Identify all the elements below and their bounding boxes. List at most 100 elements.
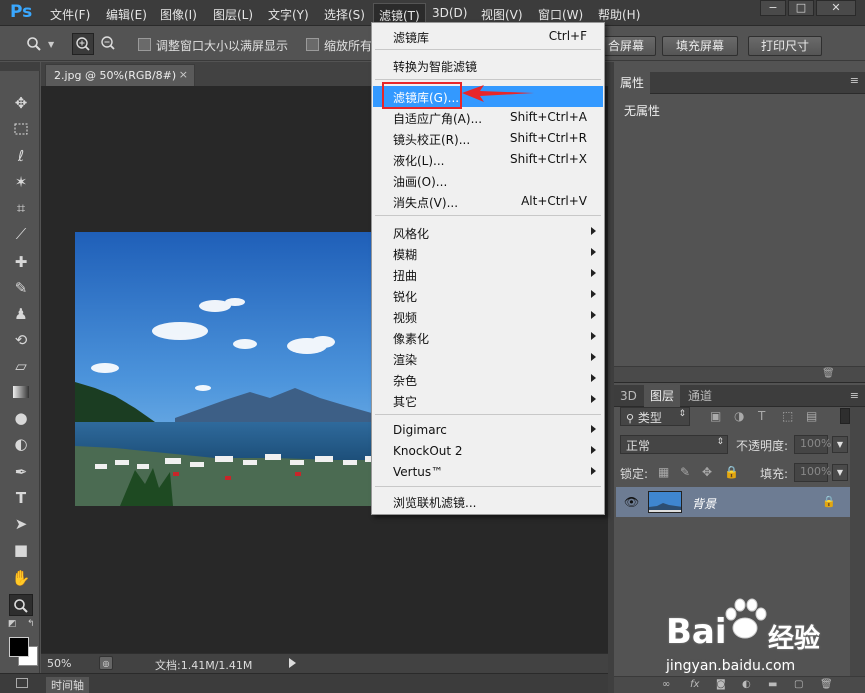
layer-filter-kind-select[interactable]: ⚲ 类型 ⇕ bbox=[620, 407, 690, 426]
fill-slider-chevron-icon[interactable]: ▼ bbox=[832, 464, 848, 481]
menu-item-knockout[interactable]: KnockOut 2 bbox=[373, 441, 603, 462]
menu-help[interactable]: 帮助(H) bbox=[598, 6, 640, 23]
tab-layers[interactable]: 图层 bbox=[644, 385, 681, 407]
menu-3d[interactable]: 3D(D) bbox=[432, 6, 467, 20]
menu-item-vertus[interactable]: Vertus™ bbox=[373, 462, 603, 483]
move-tool-icon[interactable]: ✥ bbox=[9, 92, 33, 114]
tool-preset-chevron-icon[interactable]: ▼ bbox=[48, 40, 54, 49]
opacity-slider-chevron-icon[interactable]: ▼ bbox=[832, 436, 848, 453]
healing-brush-tool-icon[interactable]: ✚ bbox=[9, 251, 33, 273]
layers-panel-menu-icon[interactable]: ≡ bbox=[850, 389, 859, 402]
menu-item-noise[interactable]: 杂色 bbox=[373, 369, 603, 390]
default-colors-icon[interactable]: ◩ bbox=[8, 619, 17, 629]
menu-item-oil-paint[interactable]: 油画(O)... bbox=[373, 170, 603, 191]
status-menu-arrow-icon[interactable] bbox=[289, 658, 296, 668]
menu-item-vanishing-point[interactable]: 消失点(V)... Alt+Ctrl+V bbox=[373, 191, 603, 212]
status-bar-icon[interactable]: ◎ bbox=[99, 656, 113, 670]
menu-item-stylize[interactable]: 风格化 bbox=[373, 222, 603, 243]
timeline-tab[interactable]: 时间轴 bbox=[46, 677, 89, 693]
menu-image[interactable]: 图像(I) bbox=[160, 6, 197, 23]
gradient-tool-icon[interactable] bbox=[9, 381, 33, 403]
filter-pixel-icon[interactable]: ▣ bbox=[710, 409, 721, 423]
lock-all-icon[interactable]: 🔒 bbox=[724, 465, 739, 479]
lock-transparent-icon[interactable]: ▦ bbox=[658, 465, 669, 479]
lasso-tool-icon[interactable]: ℓ bbox=[9, 145, 33, 167]
clone-stamp-tool-icon[interactable]: ♟ bbox=[9, 303, 33, 325]
menu-layer[interactable]: 图层(L) bbox=[213, 6, 253, 23]
foreground-color-swatch[interactable] bbox=[9, 637, 29, 657]
blur-tool-icon[interactable]: ● bbox=[9, 407, 33, 429]
tools-panel-header[interactable] bbox=[0, 62, 40, 71]
menu-select[interactable]: 选择(S) bbox=[324, 6, 365, 23]
eyedropper-tool-icon[interactable]: ⟋ bbox=[9, 223, 33, 245]
lock-position-icon[interactable]: ✥ bbox=[702, 465, 712, 479]
menu-item-convert-smart-filters[interactable]: 转换为智能滤镜 bbox=[373, 55, 603, 76]
zoom-in-button[interactable] bbox=[72, 33, 94, 55]
tab-3d[interactable]: 3D bbox=[614, 385, 643, 407]
zoom-level[interactable]: 50% bbox=[47, 657, 71, 670]
hand-tool-icon[interactable]: ✋ bbox=[9, 567, 33, 589]
filter-adjustment-icon[interactable]: ◑ bbox=[734, 409, 744, 423]
fit-screen-button[interactable]: 合屏幕 bbox=[596, 36, 656, 56]
swap-colors-icon[interactable]: ↰ bbox=[27, 619, 35, 629]
menu-separator bbox=[375, 215, 601, 216]
menu-item-distort[interactable]: 扭曲 bbox=[373, 264, 603, 285]
menu-item-filter-gallery-last[interactable]: 滤镜库 Ctrl+F bbox=[373, 26, 603, 47]
properties-trash-icon[interactable]: 🗑 bbox=[822, 368, 835, 379]
document-tab-close-icon[interactable]: × bbox=[179, 68, 188, 81]
menu-item-blur[interactable]: 模糊 bbox=[373, 243, 603, 264]
menu-type[interactable]: 文字(Y) bbox=[268, 6, 309, 23]
minimize-button[interactable]: − bbox=[760, 0, 786, 16]
filter-toggle-switch[interactable] bbox=[840, 408, 850, 424]
zoom-out-button[interactable] bbox=[98, 33, 120, 55]
zoom-tool-panel-icon[interactable] bbox=[9, 594, 33, 616]
menu-file[interactable]: 文件(F) bbox=[50, 6, 90, 23]
document-tab[interactable]: 2.jpg @ 50%(RGB/8#) × bbox=[45, 64, 195, 86]
brush-tool-icon[interactable]: ✎ bbox=[9, 277, 33, 299]
history-brush-tool-icon[interactable]: ⟲ bbox=[9, 329, 33, 351]
menu-item-other[interactable]: 其它 bbox=[373, 390, 603, 411]
magic-wand-tool-icon[interactable]: ✶ bbox=[9, 171, 33, 193]
path-selection-tool-icon[interactable]: ➤ bbox=[9, 513, 33, 535]
menu-edit[interactable]: 编辑(E) bbox=[106, 6, 147, 23]
timeline-icon[interactable] bbox=[16, 678, 28, 688]
tab-channels[interactable]: 通道 bbox=[682, 385, 718, 407]
menu-item-render[interactable]: 渲染 bbox=[373, 348, 603, 369]
menu-item-pixelate[interactable]: 像素化 bbox=[373, 327, 603, 348]
menu-item-digimarc[interactable]: Digimarc bbox=[373, 420, 603, 441]
crop-tool-icon[interactable]: ⌗ bbox=[9, 197, 33, 219]
menu-item-lens-correction[interactable]: 镜头校正(R)... Shift+Ctrl+R bbox=[373, 128, 603, 149]
filter-shape-icon[interactable]: ⬚ bbox=[782, 409, 793, 423]
layer-row[interactable]: 👁 背景 🔒 bbox=[616, 487, 850, 517]
shape-tool-icon[interactable]: ■ bbox=[9, 539, 33, 561]
dodge-tool-icon[interactable]: ◐ bbox=[9, 433, 33, 455]
menu-item-sharpen[interactable]: 锐化 bbox=[373, 285, 603, 306]
menu-window[interactable]: 窗口(W) bbox=[538, 6, 583, 23]
layer-visibility-eye-icon[interactable]: 👁 bbox=[624, 495, 639, 509]
layer-name[interactable]: 背景 bbox=[692, 495, 716, 512]
tab-properties[interactable]: 属性 bbox=[614, 72, 651, 94]
zoom-tool-icon[interactable] bbox=[26, 36, 42, 52]
eraser-tool-icon[interactable]: ▱ bbox=[9, 355, 33, 377]
resize-windows-checkbox[interactable] bbox=[138, 38, 151, 51]
menu-item-liquify[interactable]: 液化(L)... Shift+Ctrl+X bbox=[373, 149, 603, 170]
menu-item-adaptive-wide-angle[interactable]: 自适应广角(A)... Shift+Ctrl+A bbox=[373, 107, 603, 128]
close-window-button[interactable]: ✕ bbox=[816, 0, 856, 16]
properties-panel-menu-icon[interactable]: ≡ bbox=[850, 74, 859, 87]
fill-screen-button[interactable]: 填充屏幕 bbox=[662, 36, 738, 56]
opacity-input[interactable]: 100% bbox=[794, 435, 831, 454]
marquee-tool-icon[interactable] bbox=[9, 118, 33, 140]
blend-mode-select[interactable]: 正常 ⇕ bbox=[620, 435, 728, 454]
menu-item-video[interactable]: 视频 bbox=[373, 306, 603, 327]
restore-button[interactable]: □ bbox=[788, 0, 814, 16]
type-tool-icon[interactable]: T bbox=[9, 487, 33, 509]
lock-image-icon[interactable]: ✎ bbox=[680, 465, 690, 479]
menu-view[interactable]: 视图(V) bbox=[481, 6, 523, 23]
pen-tool-icon[interactable]: ✒ bbox=[9, 461, 33, 483]
filter-smart-object-icon[interactable]: ▤ bbox=[806, 409, 817, 423]
fill-input[interactable]: 100% bbox=[794, 463, 831, 482]
menu-item-browse-filters-online[interactable]: 浏览联机滤镜... bbox=[373, 491, 603, 512]
print-size-button[interactable]: 打印尺寸 bbox=[748, 36, 822, 56]
zoom-all-checkbox[interactable] bbox=[306, 38, 319, 51]
filter-type-icon[interactable]: T bbox=[758, 409, 765, 423]
